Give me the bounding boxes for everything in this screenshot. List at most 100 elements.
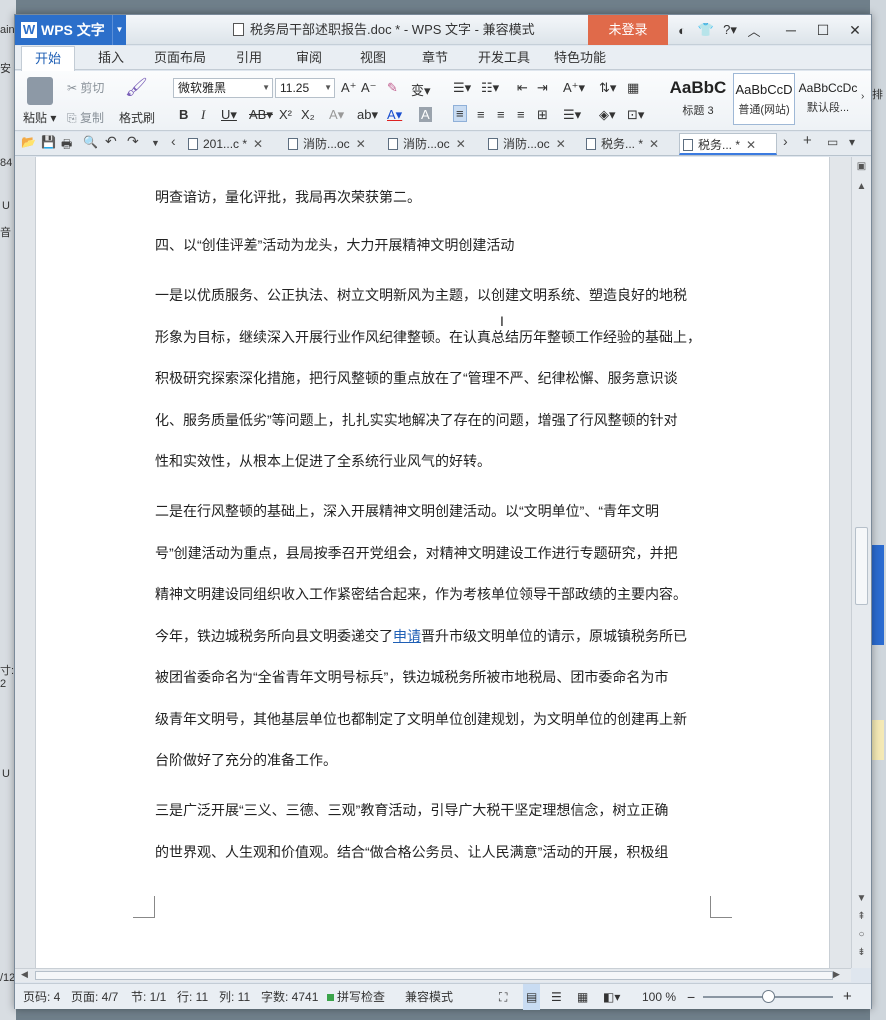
scroll-down-icon[interactable]: ▼ (852, 893, 871, 904)
scrollbar-thumb[interactable] (855, 527, 868, 605)
phonetic-icon[interactable]: 变▾ (411, 80, 431, 99)
shrink-font-icon[interactable]: A⁻ (361, 80, 377, 96)
login-button[interactable]: 未登录 (588, 15, 668, 45)
redo-icon[interactable]: ↷ (127, 133, 139, 150)
maximize-icon[interactable]: ☐ (807, 15, 839, 45)
close-icon[interactable]: ✕ (253, 137, 263, 151)
next-page-icon[interactable]: ⇟ (852, 947, 871, 958)
table-icon[interactable]: ▦ (627, 80, 639, 96)
hyperlink-text[interactable]: 申请 (393, 628, 421, 644)
close-icon[interactable]: ✕ (456, 137, 466, 151)
tab-page-layout[interactable]: 页面布局 (147, 46, 213, 70)
align-left-icon[interactable]: ≡ (453, 105, 467, 122)
paste-icon[interactable] (27, 77, 53, 105)
close-icon[interactable]: ✕ (556, 137, 566, 151)
tab-review[interactable]: 审阅 (285, 46, 333, 70)
cut-button[interactable]: ✂ 剪切 (67, 79, 104, 96)
chevron-down-icon[interactable]: ▼ (112, 15, 126, 45)
undo-icon[interactable]: ↶ (105, 133, 117, 150)
status-pages[interactable]: 页面: 4/7 (71, 984, 118, 1010)
format-painter-icon[interactable]: 🖌 (125, 77, 148, 98)
new-tab-icon[interactable]: + (803, 132, 812, 149)
zoom-level[interactable]: 100 % (642, 984, 676, 1010)
font-size-ops-icon[interactable]: A⁺▾ (563, 80, 585, 96)
indent-icon[interactable]: ⇥ (537, 80, 548, 96)
justify-icon[interactable]: ≡ (517, 107, 525, 122)
help-icon[interactable]: ?▾ (718, 22, 742, 38)
scrollbar-thumb[interactable] (35, 971, 833, 980)
italic-icon[interactable]: I (201, 107, 205, 123)
web-view-icon[interactable]: ▦ (577, 984, 588, 1010)
close-icon[interactable]: ✕ (746, 138, 756, 152)
close-icon[interactable]: ✕ (839, 15, 871, 45)
superscript-icon[interactable]: X² (279, 107, 292, 122)
doc-tab[interactable]: 消防...oc ✕ (485, 133, 566, 155)
doc-tab[interactable]: 消防...oc ✕ (385, 133, 466, 155)
line-spacing-icon[interactable]: ☰▾ (563, 107, 581, 123)
print-icon[interactable]: 🖶 (61, 135, 72, 156)
tab-view[interactable]: 视图 (349, 46, 397, 70)
browse-object-icon[interactable]: ○ (852, 929, 871, 940)
paste-button[interactable]: 粘贴 ▾ (23, 109, 56, 126)
align-right-icon[interactable]: ≡ (497, 107, 505, 122)
doc-tab[interactable]: 税务... * ✕ (583, 133, 659, 155)
reading-view-icon[interactable]: ◧▾ (603, 984, 620, 1010)
font-name-select[interactable]: 微软雅黑 ▼ (173, 78, 273, 98)
tab-chapter[interactable]: 章节 (411, 46, 459, 70)
collapse-icon[interactable]: ︿ (742, 21, 766, 40)
save-icon[interactable]: 💾 (41, 135, 56, 149)
subscript-icon[interactable]: X₂ (301, 107, 315, 122)
open-icon[interactable]: 📂 (21, 135, 36, 149)
scroll-left-icon[interactable]: ◀ (21, 969, 28, 980)
zoom-slider-knob[interactable] (762, 990, 775, 1003)
grow-font-icon[interactable]: A⁺ (341, 80, 357, 96)
zoom-out-icon[interactable]: − (687, 984, 695, 1010)
underline-icon[interactable]: U▾ (221, 107, 237, 123)
tab-scroll-right-icon[interactable]: › (783, 133, 788, 149)
bullet-list-icon[interactable]: ☰▾ (453, 80, 471, 96)
tab-features[interactable]: 特色功能 (549, 46, 611, 70)
bold-icon[interactable]: B (179, 107, 188, 122)
status-page-number[interactable]: 页码: 4 (23, 984, 60, 1010)
print-preview-icon[interactable]: 🔍 (83, 135, 98, 149)
app-menu-button[interactable]: W WPS 文字 ▼ (15, 15, 126, 45)
tab-options-icon[interactable]: ▾ (849, 135, 855, 149)
font-size-select[interactable]: 11.25 ▼ (275, 78, 335, 98)
chevron-right-icon[interactable]: › (861, 91, 864, 102)
quick-access-menu-icon[interactable]: ▼ (151, 138, 160, 148)
tab-insert[interactable]: 插入 (87, 46, 135, 70)
borders-icon[interactable]: ⊡▾ (627, 107, 644, 123)
highlight-icon[interactable]: ab▾ (357, 107, 378, 123)
outdent-icon[interactable]: ⇤ (517, 80, 528, 96)
spellcheck-button[interactable]: 拼写检查 (327, 984, 385, 1010)
prev-page-icon[interactable]: ⇞ (852, 911, 871, 922)
style-normal-web[interactable]: AaBbCcD 普通(网站) (733, 73, 795, 125)
scroll-up-icon[interactable]: ▲ (852, 181, 871, 192)
vertical-scrollbar[interactable]: ▣ ▲ ▼ ⇞ ○ ⇟ (851, 157, 871, 968)
scroll-right-icon[interactable]: ▶ (833, 969, 840, 980)
doc-tab-active[interactable]: 税务... * ✕ (679, 133, 777, 155)
font-color-icon[interactable]: A▾ (387, 107, 402, 123)
status-word-count[interactable]: 字数: 4741 (261, 984, 318, 1010)
close-icon[interactable]: ✕ (649, 137, 659, 151)
sort-icon[interactable]: ⇅▾ (599, 80, 616, 96)
clear-format-icon[interactable]: ✎ (387, 80, 398, 96)
strikethrough-icon[interactable]: AB▾ (249, 107, 273, 123)
document-page[interactable]: 明查谙访，量化评批，我局再次荣获第二。 四、以“创佳评差”活动为龙头，大力开展精… (35, 157, 830, 968)
doc-tab[interactable]: 201...c * ✕ (185, 133, 263, 155)
style-heading-3[interactable]: AaBbC 标题 3 (667, 73, 729, 125)
shirt-icon[interactable]: 👕 (694, 22, 718, 38)
char-shading-icon[interactable]: A (419, 107, 432, 122)
tab-scroll-left-icon[interactable]: ‹ (171, 133, 176, 149)
status-section[interactable]: 节: 1/1 (131, 984, 166, 1010)
doc-tab[interactable]: 消防...oc ✕ (285, 133, 366, 155)
zoom-in-icon[interactable]: + (843, 984, 852, 1010)
copy-button[interactable]: ⎘ 复制 (67, 109, 104, 126)
close-icon[interactable]: ✕ (356, 137, 366, 151)
tab-home[interactable]: 开始 (21, 46, 75, 71)
numbered-list-icon[interactable]: ☷▾ (481, 80, 499, 96)
distribute-icon[interactable]: ⊞ (537, 107, 548, 123)
horizontal-scrollbar[interactable]: ◀ ▶ (15, 968, 851, 982)
style-default-paragraph[interactable]: AaBbCcDc 默认段... (797, 73, 859, 125)
ruler-toggle-icon[interactable]: ▣ (852, 161, 871, 172)
